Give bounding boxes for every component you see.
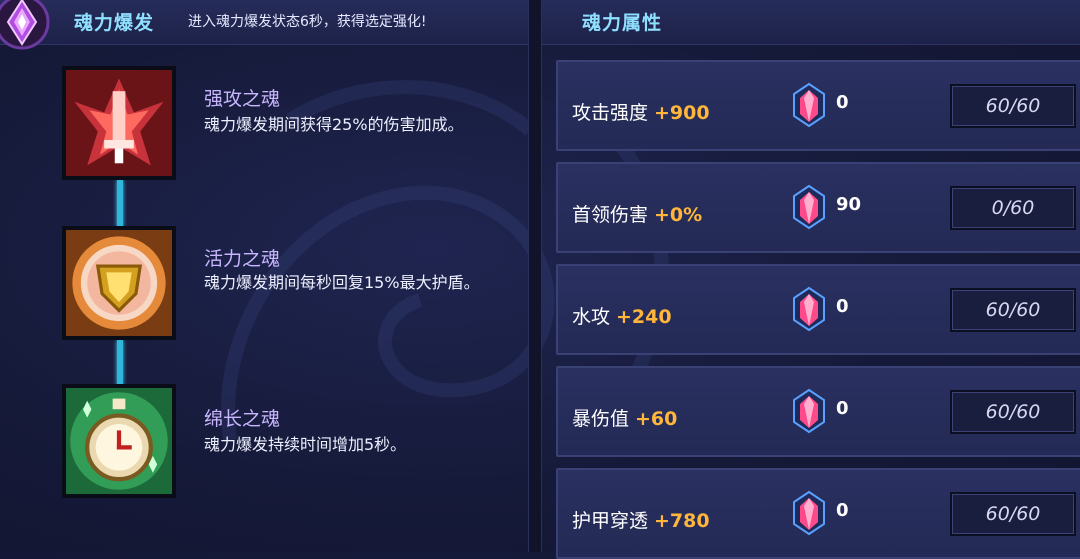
stat-bonus: +780 [654,510,710,532]
stat-bonus: +60 [635,408,678,430]
stat-name: 首领伤害 +0% [572,204,703,226]
stat-row-attack-power[interactable]: 攻击强度 +900 0 60/60 [556,60,1080,151]
soul-crystal-icon [793,82,825,128]
green-stopwatch-soul-icon[interactable] [62,384,176,498]
stat-name: 攻击强度 +900 [572,102,710,124]
stat-bonus: +240 [616,306,672,328]
skill-name: 绵长之魂 [204,408,281,430]
stat-progress: 60/60 [950,84,1076,128]
soul-burst-subtitle: 进入魂力爆发状态6秒，获得选定强化! [188,14,427,30]
purple-diamond-emblem-icon [0,0,50,50]
stat-progress: 60/60 [950,492,1076,536]
stat-row-water-attack[interactable]: 水攻 +240 0 60/60 [556,264,1080,355]
stat-row-armor-penetration[interactable]: 护甲穿透 +780 0 60/60 [556,468,1080,559]
skill-name: 强攻之魂 [204,88,281,110]
skill-connector-line [117,180,123,228]
stat-name: 水攻 +240 [572,306,672,328]
red-sword-soul-icon[interactable] [62,66,176,180]
crystal-count: 90 [836,194,862,215]
soul-attributes-header: 魂力属性 [542,0,1080,45]
stat-row-boss-damage[interactable]: 首领伤害 +0% 90 0/60 [556,162,1080,253]
skill-description: 魂力爆发持续时间增加5秒。 [204,435,407,454]
stat-row-crit-damage[interactable]: 暴伤值 +60 0 60/60 [556,366,1080,457]
golden-shield-soul-icon[interactable] [62,226,176,340]
stat-progress: 60/60 [950,390,1076,434]
stat-name: 暴伤值 +60 [572,408,678,430]
soul-crystal-icon [793,388,825,434]
skill-name: 活力之魂 [204,248,281,270]
crystal-count: 0 [836,296,849,317]
crystal-count: 0 [836,398,849,419]
skill-description: 魂力爆发期间获得25%的伤害加成。 [204,115,464,134]
soul-attributes-title: 魂力属性 [582,12,663,34]
stat-bonus: +0% [654,204,703,226]
crystal-count: 0 [836,92,849,113]
stat-bonus: +900 [654,102,710,124]
soul-crystal-icon [793,286,825,332]
stat-progress: 60/60 [950,288,1076,332]
soul-burst-title: 魂力爆发 [74,12,155,34]
stat-name: 护甲穿透 +780 [572,510,710,532]
skill-description: 魂力爆发期间每秒回复15%最大护盾。 [204,273,480,292]
soul-crystal-icon [793,490,825,536]
crystal-count: 0 [836,500,849,521]
soul-crystal-icon [793,184,825,230]
stat-progress: 0/60 [950,186,1076,230]
soul-burst-header: 魂力爆发 进入魂力爆发状态6秒，获得选定强化! [0,0,528,50]
skill-connector-line [117,340,123,386]
